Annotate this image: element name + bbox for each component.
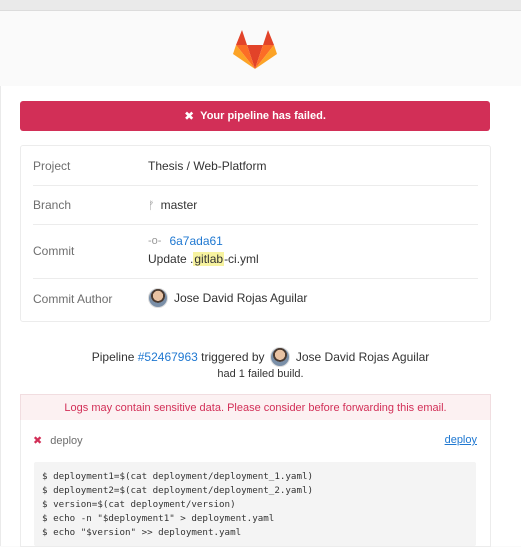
- pipeline-info-table: Project Thesis / Web-Platform Branch ᚠ ma…: [20, 145, 491, 322]
- branch-row: Branch ᚠ master: [33, 185, 478, 225]
- commit-message: Update .gitlab-ci.yml: [148, 252, 259, 266]
- commit-message-start: Update .: [148, 252, 194, 266]
- author-label: Commit Author: [33, 292, 113, 306]
- pipeline-result: had 1 failed build.: [217, 368, 304, 380]
- pipeline-triggered-by: triggered by: [197, 350, 268, 364]
- log-line: $ version=$(cat deployment/version): [42, 499, 236, 510]
- job-stage-link[interactable]: deploy: [445, 434, 477, 446]
- branch-icon: ᚠ: [148, 200, 155, 212]
- log-line: $ deployment2=$(cat deployment/deploymen…: [42, 485, 314, 496]
- alert-text: Your pipeline has failed.: [200, 110, 326, 122]
- close-icon: ✖: [184, 109, 195, 123]
- commit-message-end: -ci.yml: [224, 252, 259, 266]
- commit-message-highlight: gitlab: [193, 252, 225, 266]
- pipeline-summary: Pipeline #52467963 triggered by Jose Dav…: [0, 347, 521, 367]
- commit-sha-line: -o- 6a7ada61: [148, 234, 223, 248]
- job-log: $ deployment1=$(cat deployment/deploymen…: [34, 462, 476, 546]
- gitlab-tanuki-icon: [233, 30, 277, 69]
- branch-value-wrap: ᚠ master: [148, 198, 197, 212]
- avatar: [148, 288, 168, 308]
- log-line: $ echo "$version" >> deployment.yaml: [42, 527, 242, 538]
- pipeline-prefix: Pipeline: [91, 350, 138, 364]
- avatar: [269, 347, 290, 367]
- commit-sha-link[interactable]: 6a7ada61: [169, 234, 222, 248]
- pipeline-user: Jose David Rojas Aguilar: [295, 350, 430, 364]
- pipeline-id-link[interactable]: #52467963: [138, 350, 198, 364]
- log-line: $ deployment1=$(cat deployment/deploymen…: [42, 471, 314, 482]
- author-name: Jose David Rojas Aguilar: [174, 291, 308, 305]
- project-label: Project: [33, 159, 71, 173]
- sensitive-logs-warning: Logs may contain sensitive data. Please …: [20, 394, 491, 421]
- project-value: Thesis / Web-Platform: [148, 159, 267, 173]
- log-line: $ echo -n "$deployment1" > deployment.ya…: [42, 513, 275, 524]
- close-icon: ✖: [33, 435, 43, 447]
- commit-row: Commit -o- 6a7ada61 Update .gitlab-ci.ym…: [33, 224, 478, 279]
- top-border: [0, 0, 521, 11]
- branch-value: master: [160, 198, 198, 212]
- author-row: Commit Author Jose David Rojas Aguilar: [33, 278, 478, 320]
- commit-icon: -o-: [148, 235, 162, 247]
- commit-label: Commit: [33, 244, 75, 258]
- email-header: [0, 11, 521, 87]
- pipeline-failed-alert: ✖ Your pipeline has failed.: [20, 101, 490, 131]
- job-name: deploy: [50, 434, 83, 447]
- job-status: ✖ deploy: [33, 434, 83, 448]
- branch-label: Branch: [33, 198, 72, 212]
- author-value: Jose David Rojas Aguilar: [148, 288, 307, 308]
- project-row: Project Thesis / Web-Platform: [33, 146, 478, 186]
- failed-job: ✖ deploy deploy $ deployment1=$(cat depl…: [20, 420, 491, 547]
